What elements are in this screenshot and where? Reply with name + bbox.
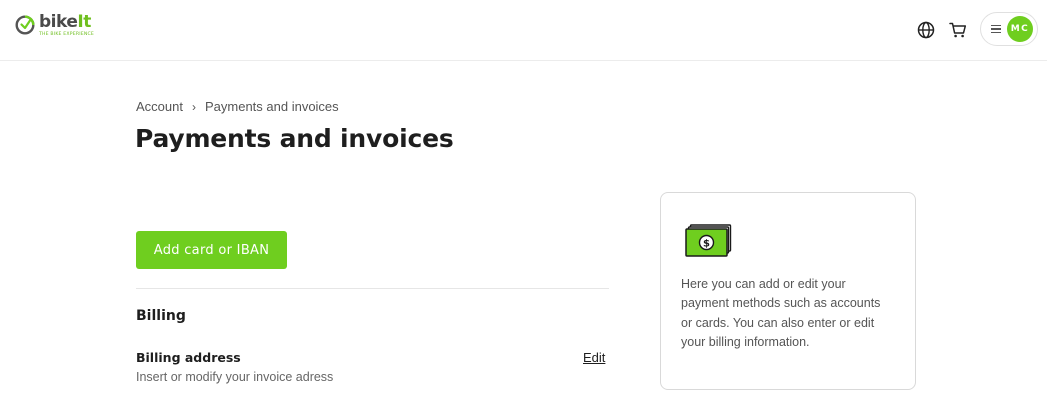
chevron-right-icon: ›: [191, 99, 196, 114]
info-card: $ Here you can add or edit your payment …: [660, 192, 916, 390]
divider: [136, 288, 609, 289]
menu-icon: [991, 25, 1001, 33]
logo-icon: [15, 15, 35, 35]
svg-text:$: $: [703, 238, 710, 249]
logo-tagline: THE BIKE EXPERIENCE: [39, 32, 95, 37]
edit-billing-address-link[interactable]: Edit: [583, 350, 605, 365]
bikeit-logo[interactable]: bikeIt THE BIKE EXPERIENCE: [14, 14, 94, 38]
billing-section-title: Billing: [136, 308, 186, 324]
add-card-button[interactable]: Add card or IBAN: [136, 231, 287, 269]
breadcrumb-item-current: Payments and invoices: [204, 99, 339, 114]
billing-address-description: Insert or modify your invoice adress: [136, 370, 334, 384]
page-title: Payments and invoices: [135, 124, 454, 153]
billing-address-label: Billing address: [136, 350, 241, 365]
globe-icon[interactable]: [916, 20, 936, 40]
logo-wordmark: bikeIt: [39, 12, 91, 32]
avatar: MC: [1007, 16, 1033, 42]
breadcrumb: Account › Payments and invoices: [136, 99, 339, 114]
top-header: bikeIt THE BIKE EXPERIENCE MC: [0, 0, 1047, 61]
breadcrumb-item-account[interactable]: Account: [136, 99, 183, 114]
info-card-text: Here you can add or edit your payment me…: [681, 277, 881, 349]
cart-icon[interactable]: [948, 20, 968, 40]
user-menu-button[interactable]: MC: [980, 12, 1038, 46]
money-icon: $: [685, 224, 732, 257]
